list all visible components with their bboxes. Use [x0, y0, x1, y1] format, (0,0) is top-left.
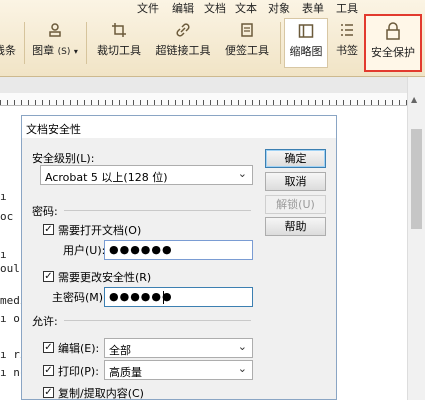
- chevron-down-icon: ▾: [73, 47, 78, 56]
- menu-object[interactable]: 对象: [268, 0, 290, 16]
- help-button[interactable]: 帮助: [265, 217, 326, 236]
- lock-icon: [384, 22, 402, 40]
- thumbnail-button[interactable]: 缩略图: [284, 18, 328, 68]
- edit-permission-value: 全部: [109, 344, 131, 357]
- note-tool-label: 便签工具: [225, 44, 269, 57]
- thumbnail-icon: [297, 23, 315, 41]
- vertical-scrollbar[interactable]: ▲: [407, 77, 425, 400]
- master-password-label: 主密码(M):: [52, 291, 107, 304]
- copy-label: 复制/提取内容(C): [58, 387, 144, 400]
- security-level-select[interactable]: Acrobat 5 以上(128 位) ⌄: [40, 165, 253, 185]
- menu-edit[interactable]: 编辑: [172, 0, 194, 16]
- edit-permission-select[interactable]: 全部 ⌄: [104, 338, 253, 358]
- bookmark-label: 书签: [336, 44, 358, 57]
- section-divider: [64, 210, 251, 211]
- chevron-down-icon: ⌄: [237, 362, 247, 375]
- document-text-line: ı: [0, 190, 7, 203]
- toolbar-separator: [280, 22, 281, 64]
- menu-form[interactable]: 表单: [302, 0, 324, 16]
- require-open-checkbox[interactable]: ✓: [43, 224, 54, 235]
- security-label: 安全保护: [371, 46, 415, 59]
- hyperlink-tool-button[interactable]: 超链接工具: [151, 18, 215, 68]
- edit-label: 编辑(E):: [58, 342, 100, 355]
- line-tool-button[interactable]: 线条: [0, 18, 22, 68]
- document-text-line: oul: [0, 262, 20, 275]
- horizontal-ruler: [0, 93, 407, 106]
- menu-tools[interactable]: 工具: [336, 0, 358, 16]
- crop-icon: [110, 22, 128, 40]
- ok-button[interactable]: 确定: [265, 149, 326, 168]
- cancel-button[interactable]: 取消: [265, 172, 326, 191]
- document-text-line: oc: [0, 210, 14, 223]
- check-icon: ✓: [44, 342, 53, 353]
- note-icon: [238, 22, 256, 40]
- password-section-label: 密码:: [32, 205, 58, 218]
- note-tool-button[interactable]: 便签工具: [220, 18, 274, 68]
- toolbar-separator: [24, 22, 25, 64]
- crop-tool-button[interactable]: 裁切工具: [92, 18, 146, 68]
- security-level-value: Acrobat 5 以上(128 位): [45, 171, 168, 184]
- security-button[interactable]: 安全保护: [364, 14, 422, 72]
- permissions-section-label: 允许:: [32, 315, 58, 328]
- scrollbar-thumb[interactable]: [411, 129, 422, 229]
- require-change-checkbox[interactable]: ✓: [43, 271, 54, 282]
- dialog-titlebar[interactable]: 文档安全性: [22, 116, 336, 138]
- print-permission-select[interactable]: 高质量 ⌄: [104, 360, 253, 380]
- bookmark-button[interactable]: 书签: [331, 18, 363, 68]
- user-password-value: ●●●●●●: [109, 243, 173, 256]
- menu-document[interactable]: 文档: [204, 0, 226, 16]
- text-caret: [163, 291, 164, 304]
- document-text-line: ı: [0, 248, 7, 261]
- crop-tool-label: 裁切工具: [97, 44, 141, 57]
- print-label: 打印(P):: [58, 365, 99, 378]
- line-tool-label: 线条: [0, 44, 16, 57]
- list-icon: [338, 22, 356, 40]
- ribbon-toolbar: 文件 编辑 文档 文本 对象 表单 工具 线条 图章 (S) ▾ 裁切工具 超链…: [0, 0, 425, 77]
- chevron-down-icon: ⌄: [237, 167, 247, 180]
- thumbnail-label: 缩略图: [289, 45, 323, 58]
- scroll-up-icon[interactable]: ▲: [411, 95, 417, 104]
- edit-checkbox[interactable]: ✓: [43, 342, 54, 353]
- chevron-down-icon: ⌄: [237, 340, 247, 353]
- menu-file[interactable]: 文件: [137, 0, 159, 16]
- user-password-field[interactable]: ●●●●●●: [104, 240, 253, 260]
- toolbar-separator: [86, 22, 87, 64]
- dialog-title: 文档安全性: [26, 123, 81, 136]
- security-level-label: 安全级别(L):: [32, 152, 95, 165]
- stamp-tool-button[interactable]: 图章 (S) ▾: [28, 18, 82, 68]
- document-security-dialog: 文档安全性 安全级别(L): Acrobat 5 以上(128 位) ⌄ 密码:…: [21, 115, 337, 400]
- link-icon: [174, 22, 192, 40]
- print-checkbox[interactable]: ✓: [43, 365, 54, 376]
- user-password-label: 用户(U):: [63, 244, 106, 257]
- check-icon: ✓: [44, 365, 53, 376]
- copy-checkbox[interactable]: ✓: [43, 387, 54, 398]
- stamp-icon: [46, 22, 64, 40]
- stamp-shortcut: (S): [57, 47, 71, 57]
- check-icon: ✓: [44, 387, 53, 398]
- check-icon: ✓: [44, 224, 53, 235]
- ruler-ticks: [0, 93, 407, 105]
- print-permission-value: 高质量: [109, 366, 142, 379]
- toolbar-strip: [0, 77, 425, 93]
- menu-text[interactable]: 文本: [235, 0, 257, 16]
- hyperlink-tool-label: 超链接工具: [155, 44, 211, 57]
- unlock-button[interactable]: 解锁(U): [265, 195, 326, 214]
- require-change-label: 需要更改安全性(R): [58, 271, 152, 284]
- master-password-field[interactable]: ●●●●●●: [104, 287, 253, 307]
- stamp-tool-label: 图章: [32, 44, 55, 57]
- section-divider: [64, 320, 251, 321]
- require-open-label: 需要打开文档(O): [58, 224, 142, 237]
- check-icon: ✓: [44, 271, 53, 282]
